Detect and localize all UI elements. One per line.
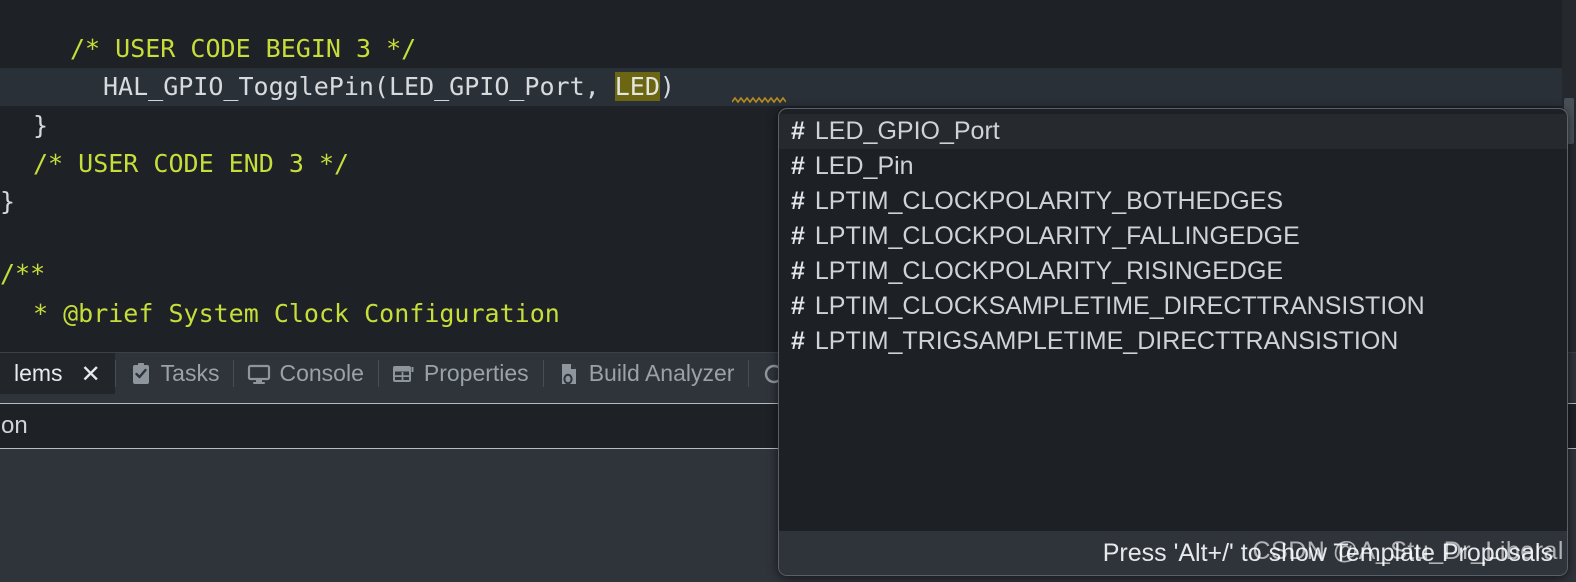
- proposal-item[interactable]: # LPTIM_CLOCKSAMPLETIME_DIRECTTRANSISTION: [779, 289, 1567, 324]
- code-token: * @brief System Clock Configuration: [33, 299, 560, 328]
- proposal-item[interactable]: # LPTIM_CLOCKPOLARITY_FALLINGEDGE: [779, 219, 1567, 254]
- proposal-item[interactable]: # LPTIM_CLOCKPOLARITY_RISINGEDGE: [779, 254, 1567, 289]
- monitor-icon: [247, 362, 271, 386]
- code-token: HAL_GPIO_TogglePin(LED_GPIO_Port,: [103, 72, 615, 101]
- hash-icon: #: [791, 292, 805, 320]
- hash-icon: #: [791, 222, 805, 250]
- clipboard-check-icon: [129, 362, 153, 386]
- tab-label: lems: [14, 360, 63, 386]
- tab-label: Properties: [423, 360, 529, 386]
- code-token: /* USER CODE END 3 */: [33, 149, 350, 178]
- column-header-description: on: [1, 412, 28, 439]
- proposal-label: LPTIM_TRIGSAMPLETIME_DIRECTTRANSISTION: [814, 327, 1399, 355]
- proposal-label: LPTIM_CLOCKPOLARITY_BOTHEDGES: [814, 187, 1284, 215]
- occurrence-highlight: LED: [614, 72, 660, 101]
- tab-tasks[interactable]: Tasks: [114, 353, 234, 394]
- proposal-label: LED_Pin: [814, 152, 914, 180]
- proposal-item[interactable]: # LED_Pin: [779, 149, 1567, 184]
- tab-label: Build Analyzer: [588, 360, 735, 386]
- code-token: /* USER CODE BEGIN 3 */: [70, 34, 417, 63]
- code-line[interactable]: /* USER CODE BEGIN 3 */: [0, 30, 1576, 68]
- template-proposals-hint: Press 'Alt+/' to show Template Proposals: [1102, 538, 1553, 567]
- code-line[interactable]: HAL_GPIO_TogglePin(LED_GPIO_Port, LED): [0, 68, 1576, 106]
- code-token: }: [0, 187, 16, 216]
- hash-icon: #: [791, 187, 805, 215]
- content-assist-popup[interactable]: # LED_GPIO_Port # LED_Pin # LPTIM_CLOCKPOLARI…: [778, 108, 1568, 576]
- tab-build-analyzer[interactable]: Build Analyzer: [542, 353, 749, 394]
- proposal-item[interactable]: # LPTIM_CLOCKPOLARITY_BOTHEDGES: [779, 184, 1567, 219]
- tab-lems[interactable]: lems ✕: [0, 353, 115, 394]
- code-token: /**: [0, 259, 46, 288]
- hash-icon: #: [791, 327, 805, 355]
- proposal-label: LPTIM_CLOCKSAMPLETIME_DIRECTTRANSISTION: [814, 292, 1425, 320]
- hash-icon: #: [791, 117, 805, 145]
- proposal-label: LPTIM_CLOCKPOLARITY_FALLINGEDGE: [814, 222, 1300, 250]
- popup-status-bar: Press 'Alt+/' to show Template Proposals: [779, 531, 1567, 575]
- proposal-label: LED_GPIO_Port: [814, 117, 1000, 145]
- document-zero-icon: [557, 362, 581, 386]
- tab-label: Tasks: [160, 360, 220, 386]
- proposal-item[interactable]: # LPTIM_TRIGSAMPLETIME_DIRECTTRANSISTION: [779, 324, 1567, 359]
- tab-console[interactable]: Console: [233, 353, 377, 394]
- hash-icon: #: [791, 152, 805, 180]
- proposal-label: LPTIM_CLOCKPOLARITY_RISINGEDGE: [814, 257, 1284, 285]
- code-token: ): [659, 72, 675, 101]
- hash-icon: #: [791, 257, 805, 285]
- tab-label: Console: [279, 360, 364, 386]
- code-token: }: [33, 111, 49, 140]
- table-grid-icon: [392, 362, 416, 386]
- proposal-item[interactable]: # LED_GPIO_Port: [779, 114, 1567, 149]
- tab-properties[interactable]: Properties: [377, 353, 543, 394]
- proposal-list[interactable]: # LED_GPIO_Port # LED_Pin # LPTIM_CLOCKPOLARI…: [779, 114, 1567, 531]
- ide-window: /* USER CODE BEGIN 3 */ HAL_GPIO_TogglePi…: [0, 0, 1576, 582]
- error-squiggle-icon: [732, 96, 786, 104]
- close-icon[interactable]: ✕: [81, 362, 101, 386]
